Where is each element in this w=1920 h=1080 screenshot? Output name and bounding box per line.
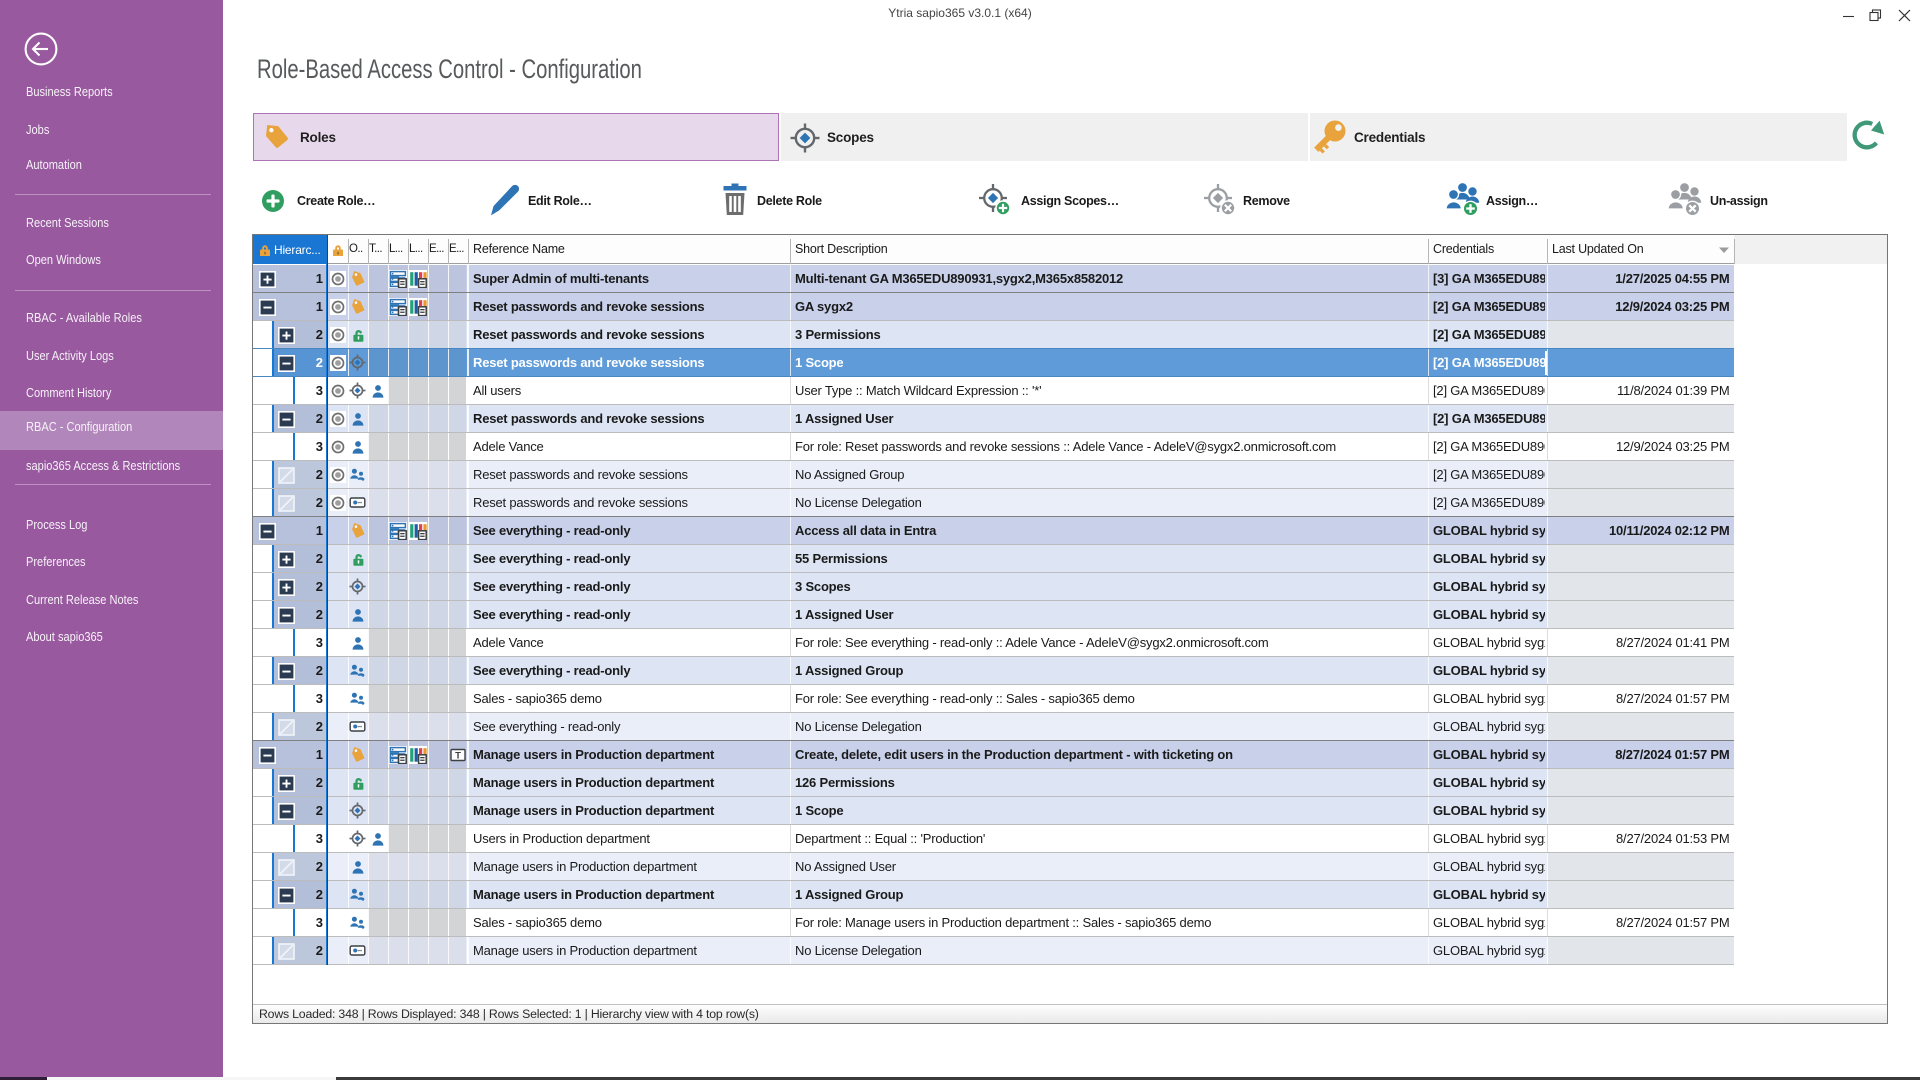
svg-text:T: T (455, 750, 461, 761)
